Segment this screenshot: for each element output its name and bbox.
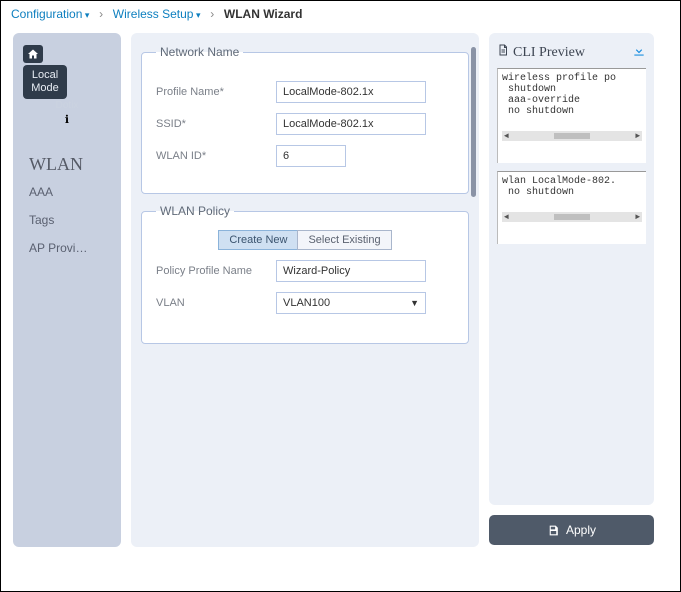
home-icon[interactable] xyxy=(23,45,43,63)
apply-button-label: Apply xyxy=(566,523,596,537)
network-name-legend: Network Name xyxy=(156,45,243,59)
sidebar-item-ap-provisioning[interactable]: AP Provi… xyxy=(13,231,121,259)
breadcrumb: Configuration ▾ › Wireless Setup ▾ › WLA… xyxy=(1,1,680,27)
scroll-right-icon[interactable]: ► xyxy=(635,213,640,222)
wlan-id-label: WLAN ID* xyxy=(156,150,276,162)
cli-block-1-text: wireless profile po shutdown aaa-overrid… xyxy=(502,73,616,117)
sidebar-mode-line1: Local xyxy=(29,69,61,82)
cli-block-1: wireless profile po shutdown aaa-overrid… xyxy=(497,68,646,163)
cli-block-2: wlan LocalMode-802. no shutdown ◄► xyxy=(497,171,646,244)
cli-preview-title-text: CLI Preview xyxy=(513,45,585,61)
scroll-bar[interactable] xyxy=(554,214,590,220)
wlan-id-input[interactable] xyxy=(276,145,346,167)
vlan-select[interactable]: VLAN100 ▼ xyxy=(276,292,426,314)
document-icon xyxy=(497,43,509,62)
policy-profile-name-input[interactable] xyxy=(276,260,426,282)
scrollbar-thumb[interactable] xyxy=(471,47,476,197)
breadcrumb-separator: › xyxy=(96,7,107,21)
sidebar-mode-badge[interactable]: Local Mode xyxy=(23,65,67,99)
scroll-left-icon[interactable]: ◄ xyxy=(504,132,509,141)
policy-toggle: Create New Select Existing xyxy=(156,230,454,250)
dropdown-caret-icon[interactable]: ▾ xyxy=(193,10,200,20)
network-name-box: Network Name Profile Name* SSID* WLAN ID… xyxy=(141,45,469,194)
sidebar: Local Mode Dotix ℹ WLAN AAA Tags AP Prov… xyxy=(13,33,121,547)
profile-name-input[interactable] xyxy=(276,81,426,103)
vlan-select-value: VLAN100 xyxy=(283,297,330,309)
chevron-down-icon: ▼ xyxy=(410,298,419,308)
ssid-input[interactable] xyxy=(276,113,426,135)
cli-preview-panel: CLI Preview wireless profile po shutdown… xyxy=(489,33,654,505)
policy-profile-name-label: Policy Profile Name xyxy=(156,265,276,277)
info-icon[interactable]: ℹ xyxy=(13,113,121,126)
breadcrumb-wireless-setup[interactable]: Wireless Setup xyxy=(113,7,194,21)
sidebar-item-tags[interactable]: Tags xyxy=(13,203,121,231)
apply-button[interactable]: Apply xyxy=(489,515,654,545)
wlan-policy-legend: WLAN Policy xyxy=(156,204,234,218)
cli-preview-title: CLI Preview xyxy=(497,43,585,62)
sidebar-mode-line2: Mode xyxy=(29,82,61,95)
scroll-left-icon[interactable]: ◄ xyxy=(504,213,509,222)
breadcrumb-current: WLAN Wizard xyxy=(224,7,303,21)
scroll-bar[interactable] xyxy=(554,133,590,139)
save-icon xyxy=(547,524,560,537)
breadcrumb-separator: › xyxy=(207,7,218,21)
create-new-button[interactable]: Create New xyxy=(218,230,297,250)
dropdown-caret-icon[interactable]: ▾ xyxy=(82,10,89,20)
ssid-label: SSID* xyxy=(156,118,276,130)
cli-block-2-hscroll[interactable]: ◄► xyxy=(502,212,642,222)
vlan-label: VLAN xyxy=(156,297,276,309)
cli-block-1-hscroll[interactable]: ◄► xyxy=(502,131,642,141)
sidebar-mode-sub: Dotix xyxy=(13,100,121,111)
sidebar-item-aaa[interactable]: AAA xyxy=(13,175,121,203)
main-panel: Network Name Profile Name* SSID* WLAN ID… xyxy=(131,33,479,547)
profile-name-label: Profile Name* xyxy=(156,86,276,98)
cli-block-2-text: wlan LocalMode-802. no shutdown xyxy=(502,176,616,198)
download-icon[interactable] xyxy=(632,44,646,61)
scroll-right-icon[interactable]: ► xyxy=(635,132,640,141)
sidebar-title-wlan[interactable]: WLAN xyxy=(13,154,121,175)
select-existing-button[interactable]: Select Existing xyxy=(297,230,391,250)
breadcrumb-configuration[interactable]: Configuration xyxy=(11,7,82,21)
wlan-policy-box: WLAN Policy Create New Select Existing P… xyxy=(141,204,469,344)
